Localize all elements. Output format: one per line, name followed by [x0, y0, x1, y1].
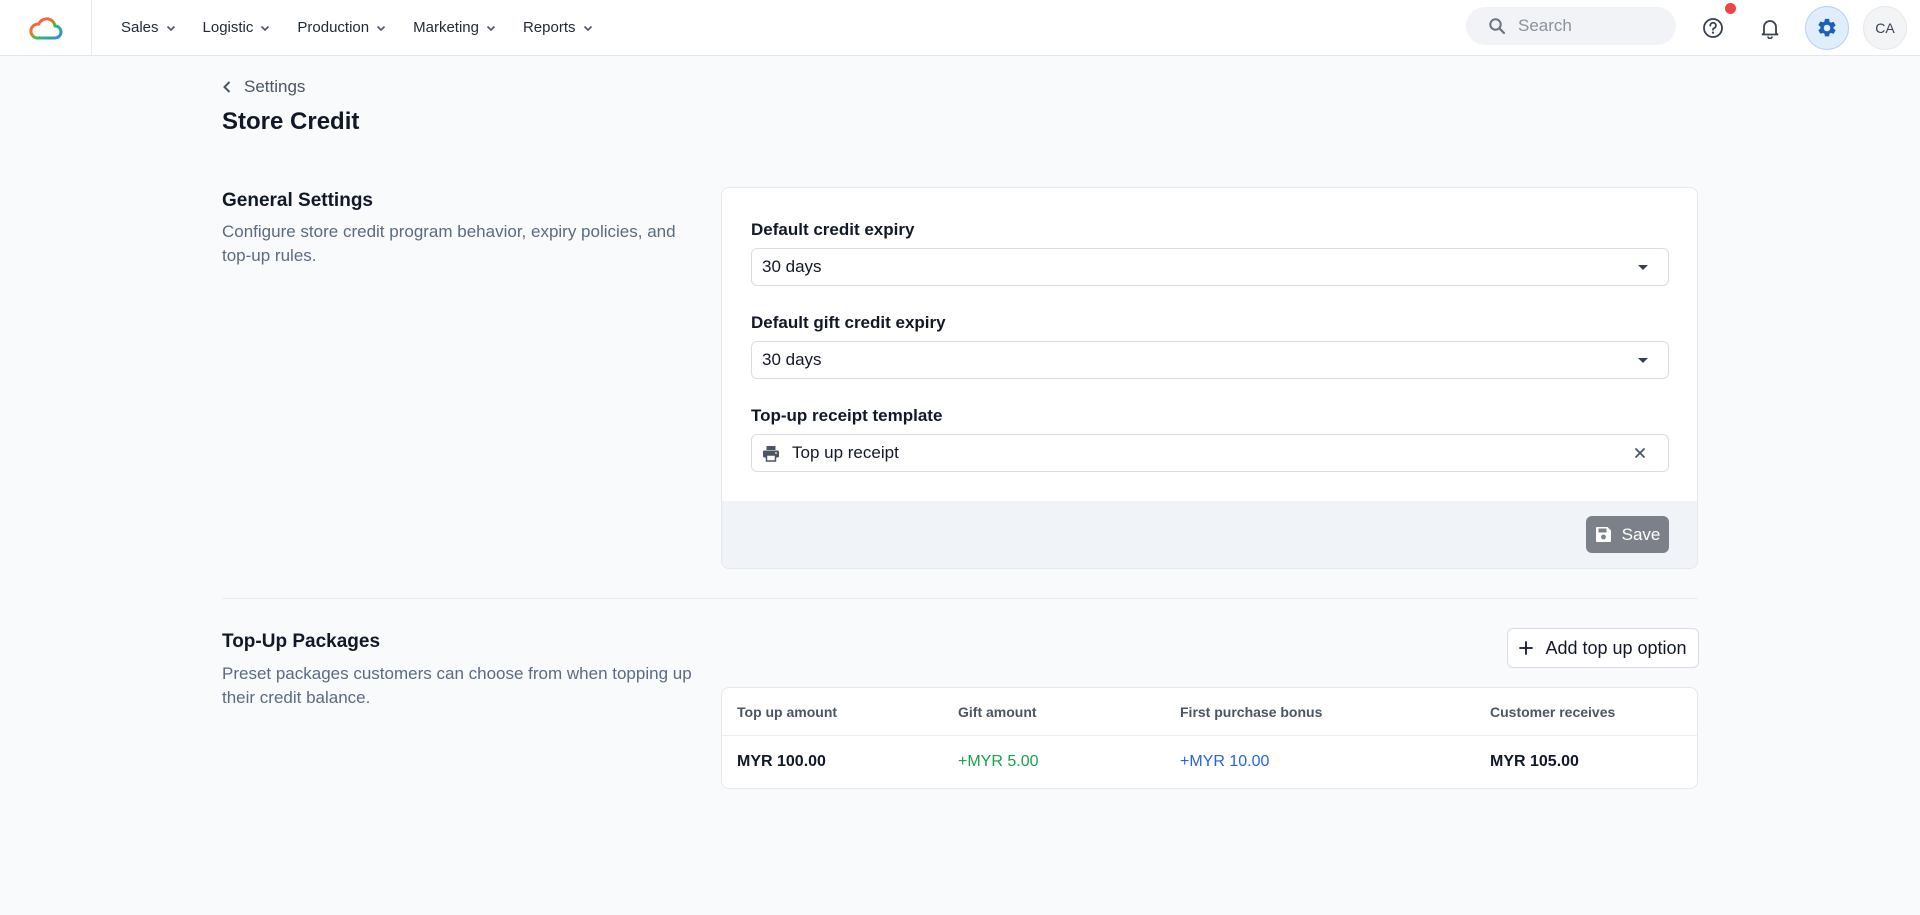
- avatar-initials: CA: [1875, 20, 1895, 36]
- clear-icon[interactable]: [1634, 447, 1646, 459]
- breadcrumb-back-settings[interactable]: Settings: [222, 76, 305, 98]
- cell-gift-amount: +MYR 5.00: [958, 753, 1039, 770]
- cloud-logo-icon: [28, 16, 62, 39]
- chevron-down-icon: [583, 25, 592, 31]
- nav-item-label: Reports: [522, 19, 576, 36]
- section-divider: [222, 598, 1698, 599]
- credit-expiry-value: 30 days: [762, 257, 822, 276]
- add-top-up-option-label: Add top up option: [1545, 637, 1687, 658]
- nav-item-label: Marketing: [413, 19, 479, 36]
- table-header: Top up amount Gift amount First purchase…: [722, 688, 1697, 736]
- nav-item-production[interactable]: Production: [284, 0, 400, 55]
- bell-icon: [1761, 20, 1779, 39]
- breadcrumb-label: Settings: [244, 77, 306, 96]
- save-button[interactable]: Save: [1586, 516, 1669, 553]
- app-logo[interactable]: [0, 0, 92, 55]
- nav-item-label: Logistic: [202, 19, 254, 36]
- help-circle-icon: [1703, 18, 1723, 38]
- search-icon: [1489, 18, 1506, 35]
- general-settings-title: General Settings: [222, 190, 373, 211]
- gift-expiry-value: 30 days: [762, 350, 822, 369]
- card-footer: Save: [722, 501, 1697, 568]
- notification-dot: [1725, 3, 1736, 14]
- nav-item-label: Production: [297, 19, 370, 36]
- receipt-template-label: Top-up receipt template: [751, 406, 943, 425]
- save-button-label: Save: [1621, 524, 1661, 544]
- gift-expiry-select[interactable]: 30 days: [751, 341, 1669, 379]
- cell-customer-receives: MYR 105.00: [1490, 753, 1579, 770]
- user-avatar[interactable]: CA: [1863, 6, 1907, 50]
- nav-item-marketing[interactable]: Marketing: [400, 0, 510, 55]
- column-header-first-purchase-bonus: First purchase bonus: [1180, 703, 1323, 720]
- nav-item-reports[interactable]: Reports: [510, 0, 607, 55]
- main-nav: Sales Logistic Production Marketing Repo…: [108, 0, 607, 55]
- top-navbar: Sales Logistic Production Marketing Repo…: [0, 0, 1920, 56]
- search-box[interactable]: [1466, 7, 1676, 45]
- general-settings-card: Default credit expiry 30 days Default gi…: [721, 187, 1698, 569]
- top-up-packages-title: Top-Up Packages: [222, 631, 381, 652]
- caret-down-icon: [1638, 357, 1648, 363]
- search-input[interactable]: [1518, 16, 1668, 36]
- credit-expiry-select[interactable]: 30 days: [751, 248, 1669, 286]
- column-header-customer-receives: Customer receives: [1490, 703, 1616, 720]
- top-up-packages-table: Top up amount Gift amount First purchase…: [721, 687, 1698, 789]
- notifications-button[interactable]: [1748, 6, 1792, 50]
- cell-top-up-amount: MYR 100.00: [737, 753, 826, 770]
- floppy-disk-icon: [1595, 527, 1611, 542]
- column-header-gift-amount: Gift amount: [958, 703, 1037, 720]
- nav-item-sales[interactable]: Sales: [108, 0, 190, 55]
- nav-item-label: Sales: [121, 19, 159, 36]
- settings-button[interactable]: [1805, 6, 1849, 50]
- printer-icon: [762, 445, 780, 462]
- cell-first-purchase-bonus: +MYR 10.00: [1180, 753, 1270, 770]
- page-title: Store Credit: [222, 108, 360, 135]
- chevron-down-icon: [261, 25, 270, 31]
- table-row[interactable]: MYR 100.00 +MYR 5.00 +MYR 10.00 MYR 105.…: [722, 736, 1697, 788]
- caret-down-icon: [1638, 264, 1648, 270]
- plus-icon: [1519, 641, 1534, 655]
- receipt-template-value: Top up receipt: [792, 443, 899, 462]
- chevron-left-icon: [223, 81, 231, 93]
- top-up-packages-description: Preset packages customers can choose fro…: [222, 664, 692, 707]
- receipt-template-select[interactable]: Top up receipt: [751, 434, 1669, 472]
- chevron-down-icon: [486, 25, 496, 31]
- nav-item-logistic[interactable]: Logistic: [190, 0, 285, 55]
- credit-expiry-label: Default credit expiry: [751, 220, 915, 239]
- gear-icon: [1818, 18, 1836, 37]
- column-header-top-up-amount: Top up amount: [737, 703, 838, 720]
- add-top-up-option-button[interactable]: Add top up option: [1507, 628, 1699, 668]
- general-settings-description: Configure store credit program behavior,…: [222, 222, 676, 265]
- gift-expiry-label: Default gift credit expiry: [751, 313, 946, 332]
- chevron-down-icon: [377, 25, 386, 31]
- chevron-down-icon: [166, 25, 175, 31]
